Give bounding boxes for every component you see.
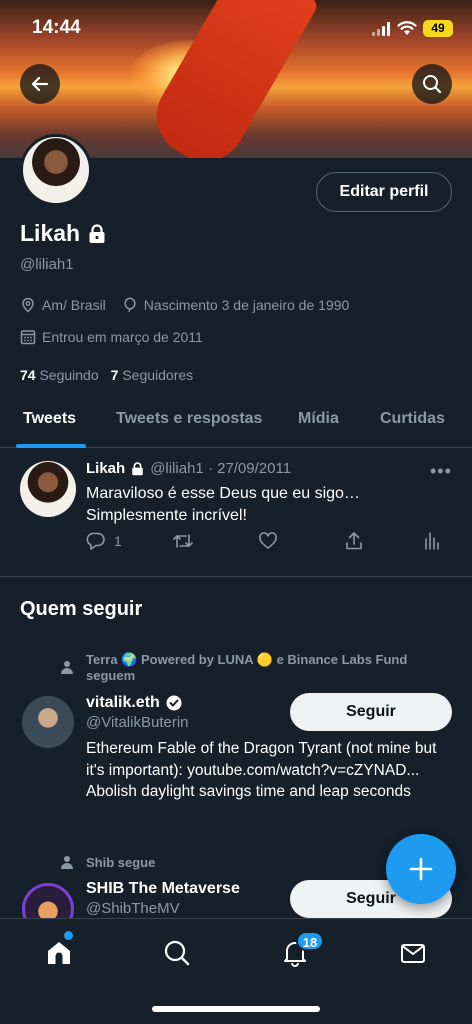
balloon-icon: [124, 297, 136, 313]
suggestion-bio: Ethereum Fable of the Dragon Tyrant (not…: [86, 740, 437, 800]
lock-icon: [89, 223, 105, 243]
profile-meta-row: Am/ Brasil Nascimento 3 de janeiro de 19…: [20, 297, 349, 313]
tab-tweets-replies[interactable]: Tweets e respostas: [116, 410, 262, 428]
edit-profile-button[interactable]: Editar perfil: [316, 172, 452, 212]
nav-search[interactable]: [157, 933, 197, 973]
calendar-icon: [20, 330, 36, 345]
nav-home[interactable]: [39, 933, 79, 973]
tweet-header: Likah @liliah1 · 27/09/2011: [86, 460, 291, 477]
who-to-follow-title: Quem seguir: [20, 598, 143, 620]
tab-media[interactable]: Mídia: [298, 410, 339, 428]
profile-name-row: Likah: [20, 220, 106, 247]
tab-likes[interactable]: Curtidas: [380, 410, 445, 428]
following-count: 74: [20, 367, 36, 383]
suggestion-name[interactable]: vitalik.eth: [86, 694, 160, 712]
wifi-icon: [397, 21, 417, 35]
cellular-signal-icon: [372, 22, 392, 36]
follow-stats: 74 Seguindo 7 Seguidores: [20, 367, 193, 383]
suggestion-name-row: vitalik.eth: [86, 694, 182, 712]
profile-handle: @liliah1: [20, 256, 74, 273]
suggestion-context: Terra 🌍 Powered by LUNA 🟡 e Binance Labs…: [86, 652, 408, 683]
nav-messages[interactable]: [393, 933, 433, 973]
compose-tweet-button[interactable]: [386, 834, 456, 904]
tweet-text: Maraviloso é esse Deus que eu sigo… Simp…: [86, 485, 360, 524]
like-button[interactable]: [258, 531, 278, 551]
home-unread-dot: [64, 931, 73, 940]
followers-count: 7: [110, 367, 119, 383]
mail-icon: [401, 944, 425, 963]
tab-tweets[interactable]: Tweets: [23, 410, 76, 428]
person-icon: [61, 856, 73, 869]
suggestion-name[interactable]: SHIB The Metaverse: [86, 880, 240, 898]
analytics-icon: [425, 532, 439, 550]
verified-badge-icon: [166, 695, 182, 711]
back-arrow-icon: [31, 76, 49, 92]
profile-tabs: Tweets Tweets e respostas Mídia Curtidas: [0, 396, 472, 448]
profile-location: Am/ Brasil: [42, 297, 106, 313]
following-link[interactable]: 74 Seguindo: [20, 367, 99, 383]
suggestion-context: Shib segue: [86, 855, 156, 870]
status-time: 14:44: [32, 17, 81, 38]
tweet-meta: @liliah1 · 27/09/2011: [150, 460, 292, 477]
followers-label: Seguidores: [122, 367, 194, 383]
share-button[interactable]: [344, 531, 364, 551]
tweet-avatar[interactable]: [20, 461, 76, 517]
retweet-button[interactable]: [172, 531, 194, 551]
profile-name: Likah: [20, 220, 81, 246]
lock-icon: [132, 461, 143, 475]
reply-count: 1: [114, 533, 122, 549]
home-indicator: [152, 1006, 320, 1012]
status-bar: 14:44 49: [0, 0, 472, 60]
person-icon: [61, 661, 73, 674]
suggestion-handle: @VitalikButerin: [86, 714, 189, 731]
notifications-badge: 18: [296, 931, 324, 951]
heart-icon: [259, 532, 277, 549]
plus-icon: [409, 857, 433, 881]
following-label: Seguindo: [39, 367, 99, 383]
suggestion-handle: @ShibTheMV: [86, 900, 180, 917]
back-button[interactable]: [20, 64, 60, 104]
search-icon: [423, 75, 442, 94]
active-tab-indicator: [16, 444, 86, 448]
more-options-icon[interactable]: •••: [430, 461, 452, 482]
home-icon: [48, 942, 70, 964]
reply-icon: [86, 532, 105, 550]
reply-button[interactable]: 1: [86, 531, 122, 551]
profile-birthday: Nascimento 3 de janeiro de 1990: [143, 297, 350, 313]
profile-joined: Entrou em março de 2011: [42, 329, 203, 345]
share-icon: [346, 532, 362, 550]
suggestion-avatar[interactable]: [22, 696, 74, 748]
followers-link[interactable]: 7 Seguidores: [111, 367, 194, 383]
search-button[interactable]: [412, 64, 452, 104]
search-icon: [164, 940, 190, 966]
analytics-button[interactable]: [424, 531, 440, 551]
follow-button[interactable]: Seguir: [290, 693, 452, 731]
tweet[interactable]: Likah @liliah1 · 27/09/2011 ••• Maravilo…: [0, 449, 472, 577]
tweet-author-name: Likah: [86, 460, 126, 477]
retweet-icon: [173, 534, 193, 548]
location-pin-icon: [22, 297, 34, 313]
profile-avatar[interactable]: [20, 134, 92, 206]
battery-indicator: 49: [423, 20, 453, 37]
tweet-actions: 1: [86, 531, 446, 555]
profile-joined-row: Entrou em março de 2011: [20, 329, 203, 345]
